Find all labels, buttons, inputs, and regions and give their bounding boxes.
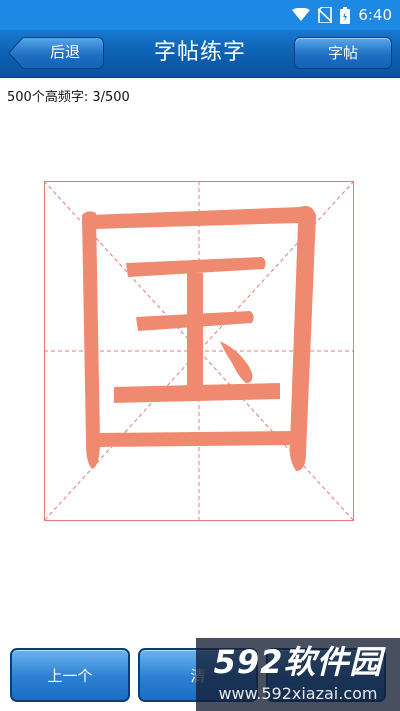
previous-button[interactable]: 上一个 xyxy=(10,648,130,702)
back-button-label: 后退 xyxy=(49,43,80,61)
no-sim-icon xyxy=(318,7,333,23)
copybook-button[interactable]: 字帖 xyxy=(294,37,392,69)
status-icons: 6:40 xyxy=(292,0,392,30)
back-button[interactable]: 后退 xyxy=(8,37,104,69)
nav-bar: 字帖练字 后退 字帖 xyxy=(0,30,400,78)
watermark-url: www.592xiazai.com xyxy=(218,684,378,703)
status-bar: 6:40 xyxy=(0,0,400,30)
wifi-icon xyxy=(292,8,311,21)
practice-grid xyxy=(43,180,355,522)
watermark: 592软件园 www.592xiazai.com xyxy=(196,638,400,711)
watermark-brand: 592软件园 xyxy=(213,643,383,681)
status-time: 6:40 xyxy=(358,6,392,24)
battery-icon xyxy=(340,6,351,24)
practice-canvas[interactable] xyxy=(43,180,355,522)
progress-text: 500个高频字: 3/500 xyxy=(7,90,130,105)
